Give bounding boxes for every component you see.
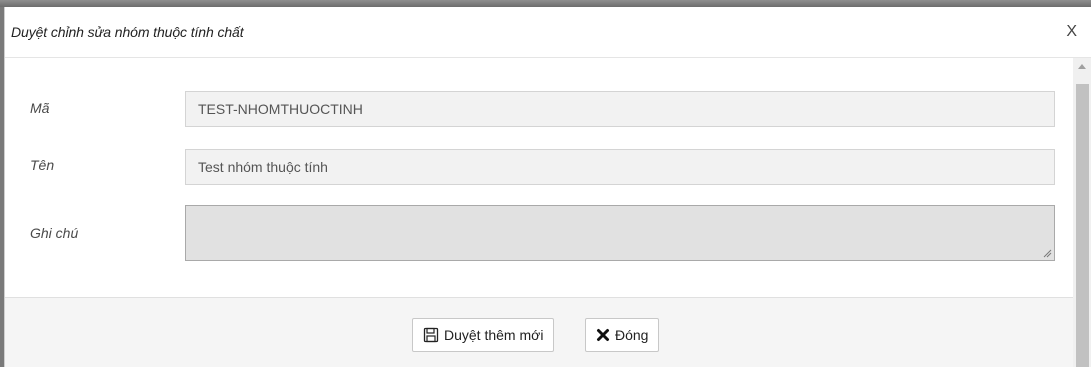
- resize-grip-icon[interactable]: [1042, 248, 1052, 258]
- vertical-scrollbar[interactable]: [1073, 58, 1091, 367]
- name-label: Tên: [30, 157, 55, 173]
- save-icon: [423, 327, 439, 343]
- scroll-up-arrow-icon[interactable]: [1073, 58, 1091, 76]
- close-x-icon: [597, 329, 609, 341]
- dialog-title: Duyệt chỉnh sửa nhóm thuộc tính chất: [11, 24, 244, 40]
- dialog-footer: Duyệt thêm mới Đóng: [5, 297, 1073, 367]
- close-button[interactable]: Đóng: [585, 318, 660, 352]
- close-label: Đóng: [615, 327, 649, 343]
- dialog-body: Mã Tên Ghi chú: [5, 58, 1073, 297]
- dialog-header: Duyệt chỉnh sửa nhóm thuộc tính chất X: [5, 7, 1091, 58]
- note-label: Ghi chú: [30, 225, 79, 241]
- approve-new-label: Duyệt thêm mới: [444, 327, 544, 343]
- code-field[interactable]: [185, 91, 1055, 127]
- approve-new-button[interactable]: Duyệt thêm mới: [412, 318, 555, 352]
- approve-edit-dialog: Duyệt chỉnh sửa nhóm thuộc tính chất X M…: [4, 7, 1091, 367]
- code-label: Mã: [30, 100, 50, 116]
- dialog-close-button[interactable]: X: [1066, 23, 1077, 41]
- name-field[interactable]: [185, 149, 1055, 185]
- background-page-strip: [0, 0, 1091, 7]
- scrollbar-thumb[interactable]: [1076, 84, 1089, 367]
- note-textarea[interactable]: [185, 205, 1055, 261]
